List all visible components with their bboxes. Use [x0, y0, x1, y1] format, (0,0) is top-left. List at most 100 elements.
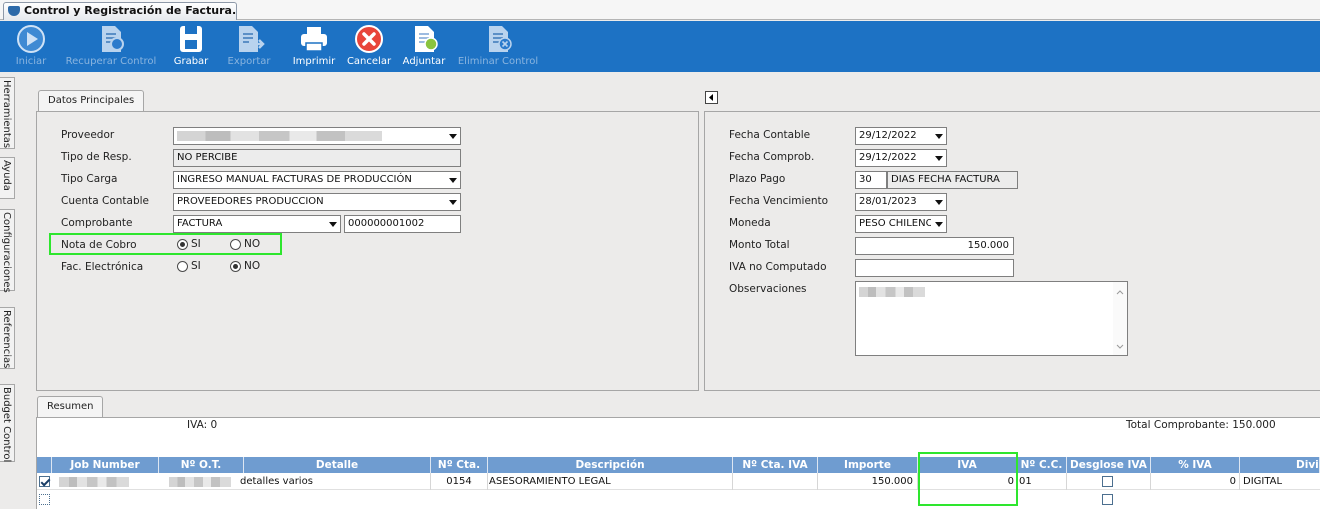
grid-header-cc[interactable]: Nº C.C.	[1017, 457, 1067, 473]
cell-divis[interactable]: DIGITAL	[1240, 473, 1320, 490]
tipo-resp-label: Tipo de Resp.	[61, 151, 132, 163]
grid-header-descripcion[interactable]: Descripción	[488, 457, 733, 473]
app-shield-icon	[8, 6, 20, 16]
observaciones-scrollbar[interactable]	[1113, 282, 1127, 355]
delete-control-label: Eliminar Control	[457, 56, 539, 67]
cell-descripcion[interactable]: ASESORAMIENTO LEGAL	[488, 473, 733, 490]
grid-header-detalle[interactable]: Detalle	[244, 457, 431, 473]
chevron-down-icon[interactable]	[931, 128, 946, 144]
chevron-down-icon[interactable]	[445, 194, 460, 210]
side-tab-ayuda[interactable]: Ayuda	[0, 157, 15, 199]
play-icon	[17, 25, 45, 53]
chevron-down-icon[interactable]	[931, 150, 946, 166]
moneda-select[interactable]: PESO CHILENO	[855, 215, 947, 233]
recover-control-label: Recuperar Control	[65, 56, 157, 67]
collapse-toggle[interactable]	[705, 91, 718, 104]
proveedor-select[interactable]	[173, 127, 461, 145]
grid-header-divis[interactable]: Divis	[1240, 457, 1320, 473]
cuenta-contable-label: Cuenta Contable	[61, 195, 149, 207]
fecha-comprob-label: Fecha Comprob.	[729, 151, 815, 163]
desglose-iva-checkbox[interactable]	[1102, 476, 1113, 487]
cancel-button[interactable]: Cancelar	[344, 21, 394, 72]
desglose-iva-checkbox[interactable]	[1102, 494, 1113, 505]
comprobante-type-select[interactable]: FACTURA	[173, 215, 341, 233]
fac-electronica-no-radio[interactable]	[230, 261, 241, 272]
save-button[interactable]: Grabar	[169, 21, 213, 72]
start-label: Iniciar	[15, 56, 47, 67]
document-tab-strip: Control y Registración de Factura...	[0, 0, 1320, 20]
start-button[interactable]: Iniciar	[8, 21, 54, 72]
observaciones-label: Observaciones	[729, 283, 807, 295]
chevron-down-icon[interactable]	[325, 216, 340, 232]
tab-datos-principales[interactable]: Datos Principales	[38, 90, 145, 112]
cell-importe[interactable]: 150.000	[818, 473, 918, 490]
delete-document-icon	[489, 26, 512, 52]
side-tab-budget-control[interactable]: Budget Control	[0, 384, 15, 462]
attach-button[interactable]: Adjuntar	[399, 21, 449, 72]
fac-electronica-si-radio[interactable]	[177, 261, 188, 272]
cancel-label: Cancelar	[346, 56, 392, 67]
monto-total-field[interactable]: 150.000	[855, 237, 1014, 255]
plazo-pago-days-field[interactable]: 30	[855, 171, 887, 189]
row-select-checkbox[interactable]	[39, 476, 50, 487]
scroll-down-icon[interactable]	[1113, 341, 1127, 353]
cell-pct-iva[interactable]: 0	[1151, 473, 1240, 490]
side-tab-herramientas[interactable]: Herramientas	[0, 77, 15, 149]
print-button[interactable]: Imprimir	[289, 21, 339, 72]
grid-header-pct-iva[interactable]: % IVA	[1151, 457, 1240, 473]
total-comprobante: Total Comprobante: 150.000	[1126, 419, 1276, 431]
observaciones-textarea[interactable]	[855, 281, 1128, 356]
iva-no-computado-label: IVA no Computado	[729, 261, 827, 273]
grid-header-select	[37, 457, 52, 473]
recover-control-button[interactable]: Recuperar Control	[62, 21, 160, 72]
tipo-carga-select[interactable]: INGRESO MANUAL FACTURAS DE PRODUCCIÓN	[173, 171, 461, 189]
cuenta-contable-select[interactable]: PROVEEDORES PRODUCCION	[173, 193, 461, 211]
table-row[interactable]	[37, 491, 1320, 509]
export-button[interactable]: Exportar	[220, 21, 278, 72]
delete-control-button[interactable]: Eliminar Control	[455, 21, 541, 72]
grid-header-ot[interactable]: Nº O.T.	[159, 457, 244, 473]
fac-electronica-no-label: NO	[244, 260, 261, 272]
grid-header-desglose-iva[interactable]: Desglose IVA	[1067, 457, 1151, 473]
grid-header-job-number[interactable]: Job Number	[52, 457, 159, 473]
cell-cta[interactable]: 0154	[431, 473, 488, 490]
cuenta-contable-value: PROVEEDORES PRODUCCION	[177, 196, 324, 207]
fac-electronica-label: Fac. Electrónica	[61, 261, 144, 273]
side-tab-configuraciones[interactable]: Configuraciones	[0, 209, 15, 293]
export-label: Exportar	[227, 56, 271, 67]
cell-detalle[interactable]: detalles varios	[239, 473, 431, 490]
fecha-vencimiento-field[interactable]: 28/01/2023	[855, 193, 947, 211]
fecha-contable-field[interactable]: 29/12/2022	[855, 127, 947, 145]
cell-cc[interactable]: 01	[1017, 473, 1067, 490]
tab-resumen[interactable]: Resumen	[37, 396, 104, 418]
document-recover-icon	[102, 26, 124, 52]
cell-desglose-iva[interactable]	[1067, 473, 1151, 490]
attach-label: Adjuntar	[402, 56, 446, 67]
printer-icon	[301, 27, 327, 52]
scroll-up-icon[interactable]	[1113, 286, 1127, 298]
fac-electronica-si-label: SI	[191, 260, 201, 272]
row-select-checkbox[interactable]	[39, 494, 50, 505]
chevron-down-icon[interactable]	[445, 172, 460, 188]
monto-total-label: Monto Total	[729, 239, 790, 251]
toolbar: Iniciar Recuperar Control Grabar Exporta…	[0, 21, 1320, 72]
save-icon	[180, 26, 202, 52]
cell-cta-iva[interactable]	[733, 473, 818, 490]
redacted-proveedor	[177, 131, 382, 141]
moneda-label: Moneda	[729, 217, 771, 229]
grid-header-cta-iva[interactable]: Nº Cta. IVA	[733, 457, 818, 473]
grid-header-cta[interactable]: Nº Cta.	[431, 457, 488, 473]
highlight-nota-cobro	[49, 233, 282, 255]
chevron-down-icon[interactable]	[931, 216, 946, 232]
redacted-ot	[169, 477, 231, 487]
chevron-down-icon[interactable]	[445, 128, 460, 144]
document-tab[interactable]: Control y Registración de Factura...	[3, 2, 237, 20]
document-tab-title: Control y Registración de Factura...	[24, 4, 237, 17]
comprobante-number-field[interactable]: 000000001002	[344, 215, 461, 233]
iva-no-computado-field[interactable]	[855, 259, 1014, 277]
fecha-comprob-field[interactable]: 29/12/2022	[855, 149, 947, 167]
side-tab-referencias[interactable]: Referencias	[0, 307, 15, 369]
grid-header-importe[interactable]: Importe	[818, 457, 918, 473]
chevron-down-icon[interactable]	[931, 194, 946, 210]
tipo-carga-value: INGRESO MANUAL FACTURAS DE PRODUCCIÓN	[177, 174, 412, 185]
